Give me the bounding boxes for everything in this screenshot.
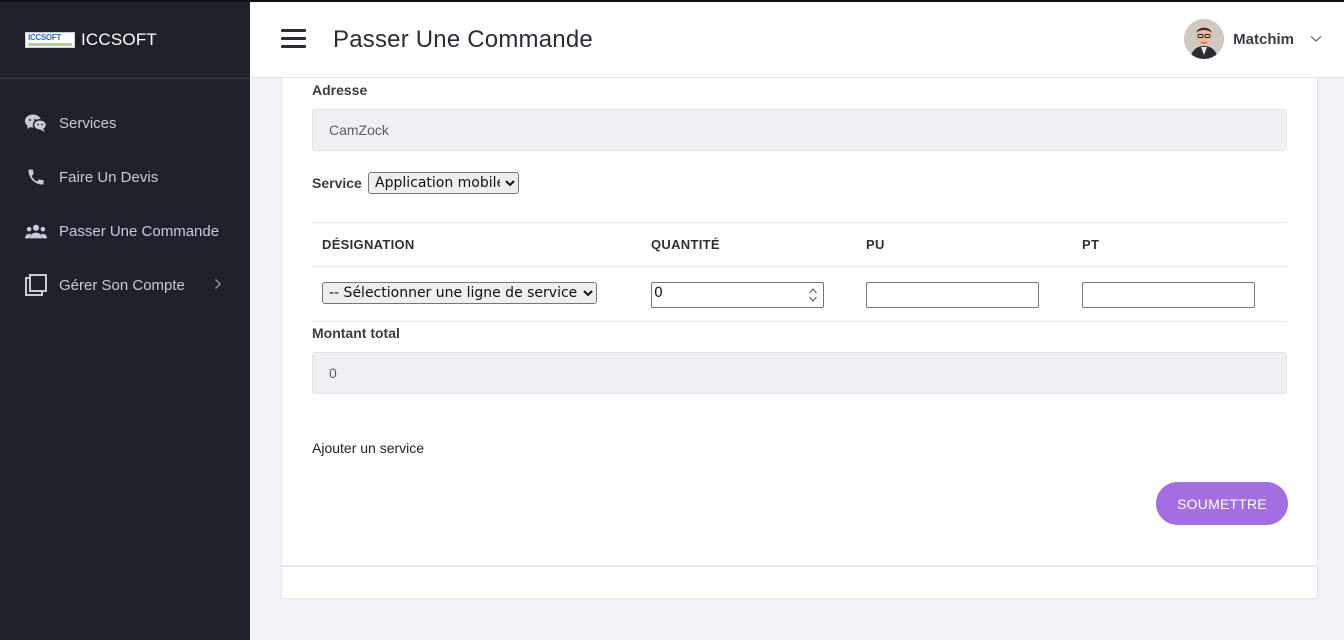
pu-input[interactable] [866,282,1039,308]
column-header-pu: PU [866,237,885,252]
service-select[interactable]: Application mobile [368,172,519,194]
brand-name: ICCSOFT [81,30,158,49]
page-title: Passer Une Commande [333,26,593,53]
users-icon [25,220,47,242]
brand-logo: ICCSOFT [25,32,75,48]
column-header-designation: DÉSIGNATION [322,237,415,252]
sidebar-item-label: Passer Une Commande [59,222,220,240]
user-menu[interactable]: Matchim [1184,19,1322,59]
table-header-row: DÉSIGNATION QUANTITÉ PU PT [312,222,1287,266]
brand-logo-text: ICCSOFT [28,33,62,42]
sidebar-item-services[interactable]: Services [0,96,250,150]
chevron-right-icon [214,277,222,294]
address-field[interactable]: CamZock [312,109,1287,151]
sidebar-nav: Services Faire Un Devis Passer Une Comma… [0,79,250,312]
table-row: -- Sélectionner une ligne de service -- … [312,266,1287,322]
chevron-down-icon [1310,30,1322,48]
service-lines-table: DÉSIGNATION QUANTITÉ PU PT -- Sélectionn… [312,222,1287,322]
quantity-stepper[interactable]: 0 [651,282,824,308]
brand[interactable]: ICCSOFT ICCSOFT [0,2,250,79]
sidebar-item-label: Gérer Son Compte [59,276,185,294]
hamburger-menu-icon[interactable] [281,29,306,49]
phone-icon [25,166,47,188]
order-form-card: Adresse CamZock Service Application mobi… [281,78,1318,566]
column-header-pt: PT [1082,237,1100,252]
designation-select[interactable]: -- Sélectionner une ligne de service -- [322,282,597,304]
sidebar-item-compte[interactable]: Gérer Son Compte [0,258,250,312]
service-label: Service [312,175,362,191]
copy-squares-icon [25,274,47,296]
sidebar: ICCSOFT ICCSOFT Services Faire Un Devis … [0,0,250,640]
sidebar-item-commande[interactable]: Passer Une Commande [0,204,250,258]
sidebar-item-label: Faire Un Devis [59,168,159,186]
total-label: Montant total [312,325,400,341]
sidebar-item-label: Services [59,114,117,132]
top-header: Passer Une Commande Matchim [250,0,1344,78]
quantity-value: 0 [654,285,663,301]
avatar [1184,19,1225,59]
column-header-quantite: QUANTITÉ [651,237,720,252]
submit-button[interactable]: SOUMETTRE [1156,482,1288,525]
pt-input[interactable] [1082,282,1255,308]
sidebar-item-devis[interactable]: Faire Un Devis [0,150,250,204]
user-name: Matchim [1233,30,1294,48]
chat-bubbles-icon [25,112,47,134]
stepper-arrows-icon[interactable] [806,286,820,304]
add-service-link[interactable]: Ajouter un service [312,440,424,456]
address-label: Adresse [312,82,368,98]
card-footer [281,566,1318,599]
total-field[interactable]: 0 [312,352,1287,394]
